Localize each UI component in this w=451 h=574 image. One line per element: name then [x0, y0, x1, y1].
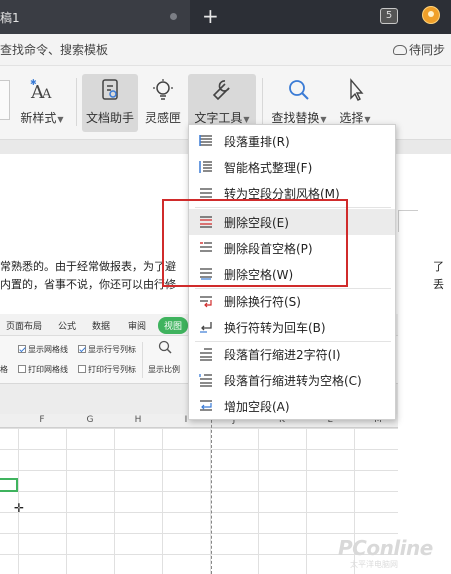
find-replace-label: 查找替换 [271, 111, 320, 125]
page-corner-mark [398, 210, 418, 232]
cloud-sync-icon [393, 45, 407, 55]
chevron-down-icon: ▼ [320, 115, 327, 124]
document-tab-title: 稿1 [0, 11, 20, 25]
sync-label: 待同步 [409, 43, 446, 57]
empty-paragraph-split-icon [200, 188, 212, 198]
menu-item-add-empty-paragraph[interactable]: 增加空段(A) [189, 393, 395, 419]
checkbox-icon [18, 365, 26, 373]
inspiration-button[interactable]: 灵感匣 [140, 74, 186, 132]
indent-to-space-icon [199, 374, 212, 387]
column-header: H [134, 415, 142, 425]
selected-cell [0, 478, 18, 492]
opt-gridlines: 显示网格线 [18, 344, 68, 355]
menu-item-label: 段落首行缩进2字符(I) [224, 348, 341, 362]
menu-item-label: 段落重排(R) [224, 135, 290, 149]
opt-zoom-label: 显示比例 [148, 365, 180, 374]
menu-item-paragraph-reflow[interactable]: 段落重排(R) [189, 128, 395, 154]
menu-item-first-line-indent[interactable]: 段落首行缩进2字符(I) [189, 341, 395, 367]
menu-item-smart-format[interactable]: 智能格式整理(F) [189, 154, 395, 180]
delete-line-break-icon [200, 296, 212, 308]
opt-rowcol: 显示行号列标 [78, 344, 136, 355]
new-style-button[interactable]: A A ✱ 新样式▼ [16, 74, 68, 132]
checkbox-checked-icon [78, 345, 86, 353]
watermark-logo: PConline [338, 536, 433, 560]
chevron-down-icon: ▼ [243, 115, 250, 124]
new-style-label: 新样式 [20, 111, 57, 125]
search-icon [289, 80, 309, 100]
text-tools-label: 文字工具 [194, 111, 243, 125]
menu-item-indent-to-space[interactable]: 段落首行缩进转为空格(C) [189, 367, 395, 393]
cursor-arrow-icon [350, 78, 364, 101]
document-tab[interactable]: 稿1 [0, 0, 190, 34]
opt-left-cut: 格 [0, 365, 8, 374]
doc-assistant-icon [102, 79, 118, 100]
watermark-sub: 太平洋电脑网 [350, 560, 398, 569]
add-empty-paragraph-icon [200, 400, 212, 411]
sheet-tab: 数据 [92, 322, 111, 332]
command-search-box[interactable]: 查找命令、搜索模板 [0, 41, 108, 58]
select-label: 选择 [339, 111, 364, 125]
column-header: F [39, 415, 45, 425]
chevron-down-icon: ▼ [364, 115, 371, 124]
ribbon-divider [262, 78, 263, 126]
opt-print-rowcol: 打印行号列标 [78, 364, 136, 375]
crosshair-cursor-icon: ✛ [14, 501, 25, 515]
opt-print-rowcol-label: 打印行号列标 [88, 365, 136, 374]
svg-text:A: A [41, 87, 52, 102]
user-avatar[interactable] [422, 6, 440, 24]
doc-text-line: 内置的，省事不说，你还可以由行修 [0, 278, 176, 291]
command-bar: 查找命令、搜索模板 待同步 [0, 34, 451, 66]
menu-item-label: 智能格式整理(F) [224, 161, 313, 175]
column-header: E [0, 415, 18, 425]
menu-item-delete-line-break[interactable]: 删除换行符(S) [189, 288, 395, 314]
menu-item-label: 增加空段(A) [224, 400, 290, 414]
doc-text-line-tail: 了 [433, 260, 444, 273]
lightbulb-icon [153, 79, 173, 100]
svg-text:✱: ✱ [30, 78, 37, 87]
sheet-tab-active: 视图 [158, 317, 189, 334]
ribbon-divider [76, 78, 77, 126]
zoom-icon [158, 340, 172, 354]
sheet-tab: 页面布局 [6, 322, 43, 332]
opt-print-grid-label: 打印网格线 [28, 365, 68, 374]
title-bar: 稿1 + 5 [0, 0, 451, 34]
sheet-tab: 公式 [58, 322, 77, 332]
inspiration-label: 灵感匣 [144, 111, 181, 125]
doc-text-line: 常熟悉的。由于经常做报表，为了避 [0, 260, 176, 273]
checkbox-icon [78, 365, 86, 373]
menu-item-line-break-to-enter[interactable]: 换行符转为回车(B) [189, 314, 395, 340]
style-gallery-scroll[interactable] [0, 80, 10, 120]
sheet-divider [142, 342, 143, 378]
menu-item-label: 段落首行缩进转为空格(C) [224, 374, 362, 388]
chevron-down-icon: ▼ [57, 115, 64, 124]
opt-gridlines-label: 显示网格线 [28, 345, 68, 354]
smart-format-icon [199, 161, 212, 173]
menu-item-label: 换行符转为回车(B) [224, 321, 326, 335]
checkbox-checked-icon [18, 345, 26, 353]
window-count-badge[interactable]: 5 [380, 8, 398, 24]
new-tab-button[interactable]: + [202, 4, 219, 28]
doc-assistant-button[interactable]: 文档助手 [82, 74, 138, 132]
menu-item-label: 删除换行符(S) [224, 295, 301, 309]
sync-button[interactable]: 待同步 [393, 41, 445, 58]
column-header: G [86, 415, 94, 425]
new-style-icon: A A ✱ [30, 78, 52, 102]
unsaved-dot-icon [170, 13, 177, 20]
doc-assistant-label: 文档助手 [85, 111, 134, 125]
paragraph-reflow-icon [199, 135, 212, 146]
opt-print-grid: 打印网格线 [18, 364, 68, 375]
highlight-box [162, 199, 348, 287]
line-break-to-enter-icon [200, 322, 212, 333]
first-line-indent-icon [200, 348, 212, 361]
sheet-tab: 审阅 [128, 322, 147, 332]
wrench-icon [212, 80, 230, 101]
doc-text-line-tail: 丢 [433, 278, 444, 291]
opt-rowcol-label: 显示行号列标 [88, 345, 136, 354]
